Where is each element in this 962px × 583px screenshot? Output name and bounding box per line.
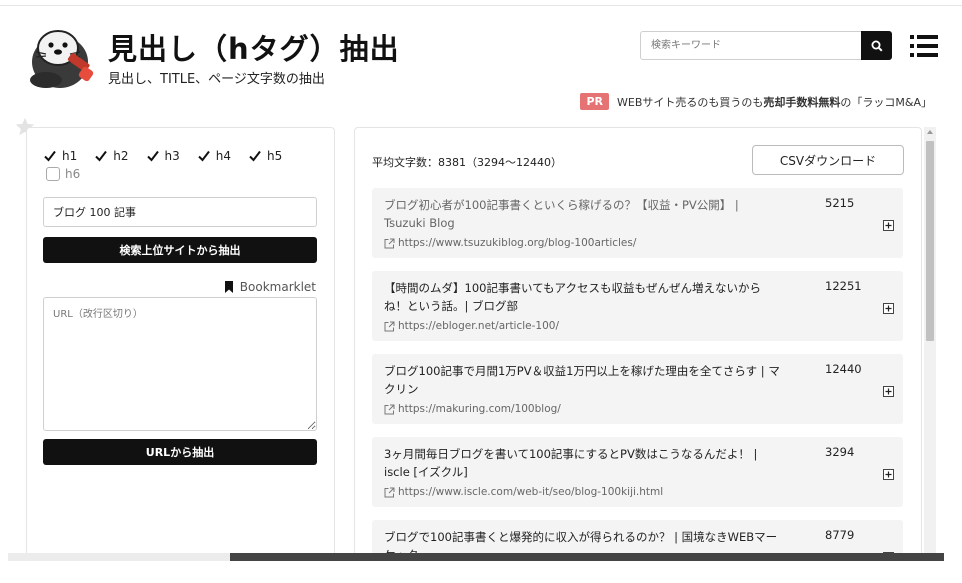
checkbox-h6[interactable]: h6: [46, 167, 80, 181]
result-item: ブログ100記事で月間1万PV＆収益1万円以上を稼げた理由を全てさらす | マク…: [372, 354, 903, 424]
checkbox-label: h2: [113, 149, 129, 163]
result-title[interactable]: ブログ100記事で月間1万PV＆収益1万円以上を稼げた理由を全てさらす | マク…: [384, 362, 782, 398]
result-char-count: 12251: [825, 279, 862, 293]
pr-banner[interactable]: PR WEBサイト売るのも買うのも 売却手数料無料 の「ラッコM&A」: [580, 93, 932, 110]
checkbox-label: h1: [62, 149, 78, 163]
checkmark-icon: [94, 149, 108, 163]
result-url[interactable]: https://www.tsuzukiblog.org/blog-100arti…: [384, 237, 636, 249]
result-url-text: https://www.tsuzukiblog.org/blog-100arti…: [398, 237, 637, 249]
external-link-icon: [384, 321, 395, 331]
bookmark-icon: [224, 281, 233, 293]
checkmark-icon: [248, 149, 262, 163]
checkbox-label: h5: [267, 149, 283, 163]
result-title[interactable]: ブログ初心者が100記事書くといくら稼げるの？【収益・PV公開】 | Tsuzu…: [384, 196, 782, 232]
scroll-up-arrow-icon[interactable]: [927, 130, 933, 134]
url-textarea[interactable]: [43, 297, 317, 431]
result-char-count: 3294: [825, 445, 855, 459]
checkmark-icon: [43, 149, 57, 163]
checkbox-h4[interactable]: h4: [197, 149, 231, 163]
average-char-count: 平均文字数：8381（3294〜12440）: [372, 156, 562, 169]
search-input[interactable]: [640, 31, 862, 60]
expand-icon[interactable]: [883, 386, 894, 397]
result-char-count: 12440: [825, 362, 862, 376]
pr-badge: PR: [580, 93, 610, 110]
checkbox-h2[interactable]: h2: [94, 149, 129, 163]
result-url[interactable]: https://ebloger.net/article-100/: [384, 320, 559, 332]
result-char-count: 5215: [825, 196, 855, 210]
horizontal-scrollbar-thumb[interactable]: [230, 553, 944, 561]
csv-download-button[interactable]: CSVダウンロード: [752, 145, 904, 175]
result-url[interactable]: https://www.iscle.com/web-it/seo/blog-10…: [384, 486, 663, 498]
page-subtitle: 見出し、TITLE、ページ文字数の抽出: [108, 72, 325, 87]
result-char-count: 8779: [825, 528, 855, 542]
extract-form-panel: h1 h2 h3 h4 h5 h6 ブログ 100 記事 検索上位サイトから抽出…: [26, 127, 335, 557]
empty-checkbox-icon: [46, 167, 60, 181]
heading-level-options: h1 h2 h3 h4 h5 h6: [43, 148, 323, 184]
search-button[interactable]: [861, 31, 892, 60]
site-search: [640, 31, 892, 60]
checkbox-h5[interactable]: h5: [248, 149, 282, 163]
result-item: ブログ初心者が100記事書くといくら稼げるの？【収益・PV公開】 | Tsuzu…: [372, 188, 903, 258]
results-panel: 平均文字数：8381（3294〜12440） CSVダウンロード ブログ初心者が…: [354, 127, 922, 557]
checkbox-h1[interactable]: h1: [43, 149, 77, 163]
checkbox-label: h3: [164, 149, 180, 163]
bookmarklet-link[interactable]: Bookmarklet: [224, 280, 316, 294]
checkbox-h3[interactable]: h3: [146, 149, 180, 163]
result-item: 3ヶ月間毎日ブログを書いて100記事にするとPV数はこうなるんだよ！ | isc…: [372, 437, 903, 507]
page-title: 見出し（hタグ）抽出: [108, 32, 400, 66]
pr-text-before: WEBサイト売るのも買うのも: [617, 95, 764, 109]
result-title[interactable]: 3ヶ月間毎日ブログを書いて100記事にするとPV数はこうなるんだよ！ | isc…: [384, 445, 782, 481]
result-url-text: https://www.iscle.com/web-it/seo/blog-10…: [398, 486, 664, 498]
checkmark-icon: [146, 149, 160, 163]
bookmarklet-label: Bookmarklet: [239, 280, 316, 294]
result-item: 【時間のムダ】100記事書いてもアクセスも収益もぜんぜん増えないからね！という話…: [372, 271, 903, 341]
keyword-input[interactable]: [43, 197, 317, 227]
pr-text-bold: 売却手数料無料: [763, 95, 841, 109]
vertical-scrollbar[interactable]: [924, 127, 936, 557]
external-link-icon: [384, 487, 395, 497]
result-title[interactable]: 【時間のムダ】100記事書いてもアクセスも収益もぜんぜん増えないからね！という話…: [384, 279, 782, 315]
menu-icon[interactable]: [910, 34, 938, 58]
result-url-text: https://ebloger.net/article-100/: [398, 320, 559, 332]
result-item: ブログで100記事書くと爆発的に収入が得られるのか？ | 国境なきWEBマーケッ…: [372, 520, 903, 556]
search-icon: [871, 40, 883, 52]
result-url[interactable]: https://makuring.com/100blog/: [384, 403, 561, 415]
otter-logo-icon[interactable]: [26, 18, 98, 90]
expand-icon[interactable]: [883, 303, 894, 314]
horizontal-scrollbar[interactable]: [8, 553, 944, 561]
top-border: [0, 0, 962, 6]
external-link-icon: [384, 404, 395, 414]
expand-icon[interactable]: [883, 469, 894, 480]
checkbox-label: h6: [65, 167, 81, 181]
vertical-scrollbar-thumb[interactable]: [926, 141, 934, 341]
search-extract-button[interactable]: 検索上位サイトから抽出: [43, 237, 317, 263]
checkmark-icon: [197, 149, 211, 163]
result-url-text: https://makuring.com/100blog/: [398, 403, 561, 415]
pr-text-after: の「ラッコM&A」: [840, 95, 932, 109]
expand-icon[interactable]: [883, 220, 894, 231]
external-link-icon: [384, 238, 395, 248]
url-extract-button[interactable]: URLから抽出: [43, 439, 317, 465]
checkbox-label: h4: [215, 149, 231, 163]
